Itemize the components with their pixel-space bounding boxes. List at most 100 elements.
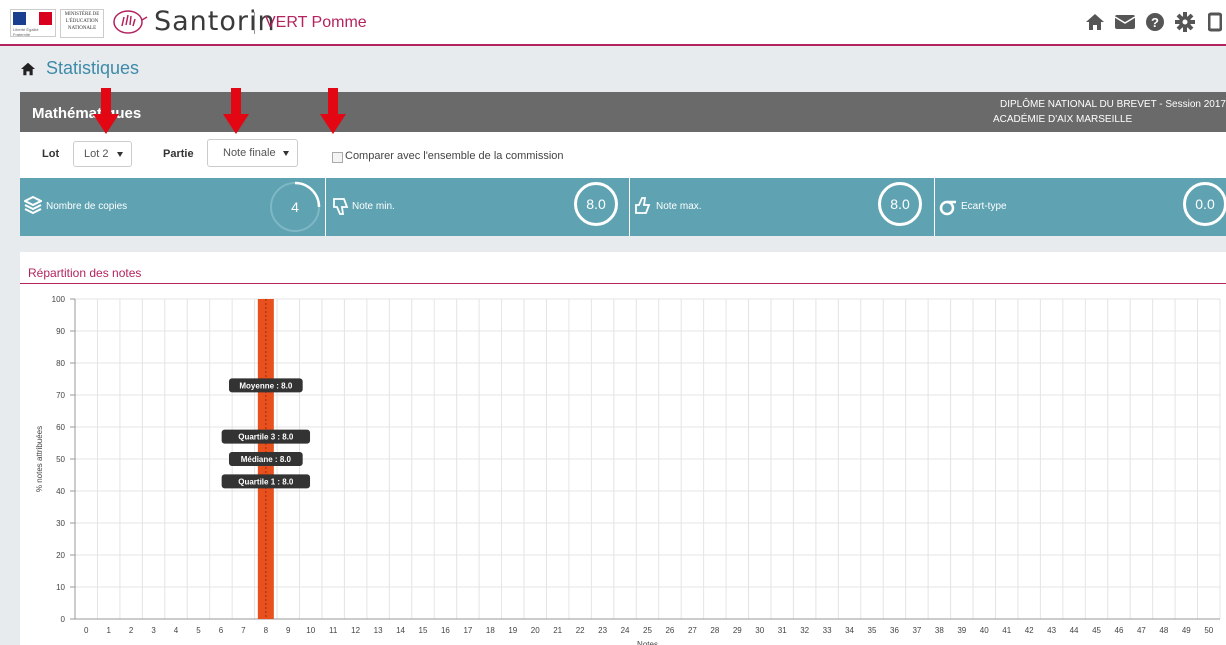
- x-tick-label: 40: [980, 626, 989, 635]
- compare-checkbox-label[interactable]: Comparer avec l'ensemble de la commissio…: [345, 150, 564, 162]
- x-tick-label: 46: [1115, 626, 1124, 635]
- y-tick-label: 0: [61, 615, 66, 624]
- stat-value: 8.0: [574, 182, 618, 226]
- home-icon[interactable]: [20, 62, 36, 76]
- x-tick-label: 33: [823, 626, 832, 635]
- app-subbrand: VERT Pomme: [265, 14, 367, 31]
- annotation-arrow-compare: [320, 88, 346, 134]
- chart-panel: Répartition des notes 0 10 20 30 40 50 60 70 80 9…: [20, 252, 1226, 645]
- stat-copies: Nombre de copies 4: [20, 178, 325, 236]
- x-tick-label: 19: [508, 626, 517, 635]
- annotation-arrow-lot: [93, 88, 119, 134]
- exam-info-bar: Mathématiques DIPLÔME NATIONAL DU BREVET…: [20, 92, 1226, 132]
- logout-icon[interactable]: [1204, 11, 1226, 33]
- x-tick-label: 6: [219, 626, 224, 635]
- annotation-label: Quartile 3 : 8.0: [238, 433, 294, 442]
- annotation-label: Médiane : 8.0: [241, 455, 292, 464]
- x-tick-label: 27: [688, 626, 697, 635]
- x-tick-label: 32: [800, 626, 809, 635]
- exam-name: DIPLÔME NATIONAL DU BREVET - Session 201…: [999, 99, 1226, 110]
- x-tick-label: 9: [286, 626, 291, 635]
- chevron-down-icon: [283, 151, 289, 156]
- thumbs-down-icon: [333, 198, 349, 215]
- partie-select-value: Note finale: [223, 147, 276, 159]
- stat-min: Note min. 8.0: [326, 178, 629, 236]
- stats-bar: Nombre de copies 4 Note min. 8.0 Note ma…: [20, 178, 1226, 236]
- page-title: Statistiques: [46, 58, 140, 78]
- brand-separator: [254, 12, 255, 34]
- x-tick-label: 0: [84, 626, 89, 635]
- x-tick-label: 29: [733, 626, 742, 635]
- x-tick-label: 26: [665, 626, 674, 635]
- annotation-arrow-partie: [223, 88, 249, 134]
- envelope-icon[interactable]: [1114, 11, 1136, 33]
- x-tick-label: 44: [1070, 626, 1079, 635]
- y-tick-label: 90: [56, 327, 65, 336]
- home-icon[interactable]: [1084, 11, 1106, 33]
- ministry-logo: MINISTÈRE DE L'ÉDUCATION NATIONALE: [60, 9, 104, 38]
- x-tick-label: 28: [710, 626, 719, 635]
- x-tick-label: 18: [486, 626, 495, 635]
- x-tick-label: 49: [1182, 626, 1191, 635]
- stat-value: 4: [291, 199, 299, 215]
- y-tick-label: 10: [56, 583, 65, 592]
- x-tick-label: 23: [598, 626, 607, 635]
- y-tick-label: 40: [56, 487, 65, 496]
- x-tick-label: 5: [196, 626, 201, 635]
- stat-value: 0.0: [1183, 182, 1226, 226]
- stat-max: Note max. 8.0: [630, 178, 934, 236]
- app-brand[interactable]: Santorin: [154, 6, 276, 37]
- x-tick-label: 22: [576, 626, 585, 635]
- x-tick-label: 10: [306, 626, 315, 635]
- x-tick-label: 11: [329, 626, 338, 635]
- annotation-label: Quartile 1 : 8.0: [238, 477, 294, 486]
- x-tick-label: 17: [463, 626, 472, 635]
- gear-icon[interactable]: [1174, 11, 1196, 33]
- top-bar: Liberté Égalité Fraternité MINISTÈRE DE …: [0, 0, 1226, 46]
- partie-select[interactable]: Note finale: [207, 139, 298, 167]
- lot-select-value: Lot 2: [84, 148, 109, 160]
- x-tick-label: 12: [351, 626, 360, 635]
- y-tick-label: 60: [56, 423, 65, 432]
- x-tick-label: 7: [241, 626, 246, 635]
- x-tick-label: 15: [419, 626, 428, 635]
- x-tick-label: 4: [174, 626, 179, 635]
- help-icon[interactable]: ?: [1144, 11, 1166, 33]
- x-tick-label: 48: [1159, 626, 1168, 635]
- stat-label: Note min.: [352, 201, 395, 212]
- x-tick-label: 21: [553, 626, 562, 635]
- x-tick-label: 25: [643, 626, 652, 635]
- x-tick-label: 42: [1025, 626, 1034, 635]
- x-tick-label: 20: [531, 626, 540, 635]
- x-tick-label: 36: [890, 626, 899, 635]
- partie-label: Partie: [163, 148, 194, 160]
- x-tick-label: 30: [755, 626, 764, 635]
- chevron-down-icon: [117, 152, 123, 157]
- y-tick-label: 50: [56, 455, 65, 464]
- y-tick-label: 70: [56, 391, 65, 400]
- x-tick-label: 47: [1137, 626, 1146, 635]
- x-tick-label: 50: [1204, 626, 1213, 635]
- x-tick-label: 34: [845, 626, 854, 635]
- x-tick-label: 43: [1047, 626, 1056, 635]
- lot-label: Lot: [42, 148, 60, 160]
- compare-checkbox[interactable]: [332, 152, 343, 163]
- y-tick-label: 80: [56, 359, 65, 368]
- stat-label: Ecart-type: [961, 201, 1007, 212]
- grades-chart: 01020304050607080901000 1 2 3 4 5 6 7 8 9 10 11 12 13…: [35, 295, 1221, 645]
- x-tick-label: 31: [778, 626, 787, 635]
- republique-francaise-logo: Liberté Égalité Fraternité: [10, 9, 56, 37]
- svg-text:?: ?: [1151, 15, 1159, 30]
- x-tick-label: 39: [957, 626, 966, 635]
- y-tick-label: 20: [56, 551, 65, 560]
- y-tick-label: 100: [52, 295, 66, 304]
- layers-icon: [24, 196, 42, 215]
- x-tick-label: 41: [1002, 626, 1011, 635]
- lot-select[interactable]: Lot 2: [73, 141, 132, 167]
- x-tick-label: 24: [621, 626, 630, 635]
- x-axis-label: Notes: [637, 640, 658, 645]
- x-tick-label: 1: [106, 626, 111, 635]
- x-tick-label: 8: [264, 626, 269, 635]
- thumbs-up-icon: [635, 197, 651, 214]
- subject-title: Mathématiques: [32, 105, 142, 122]
